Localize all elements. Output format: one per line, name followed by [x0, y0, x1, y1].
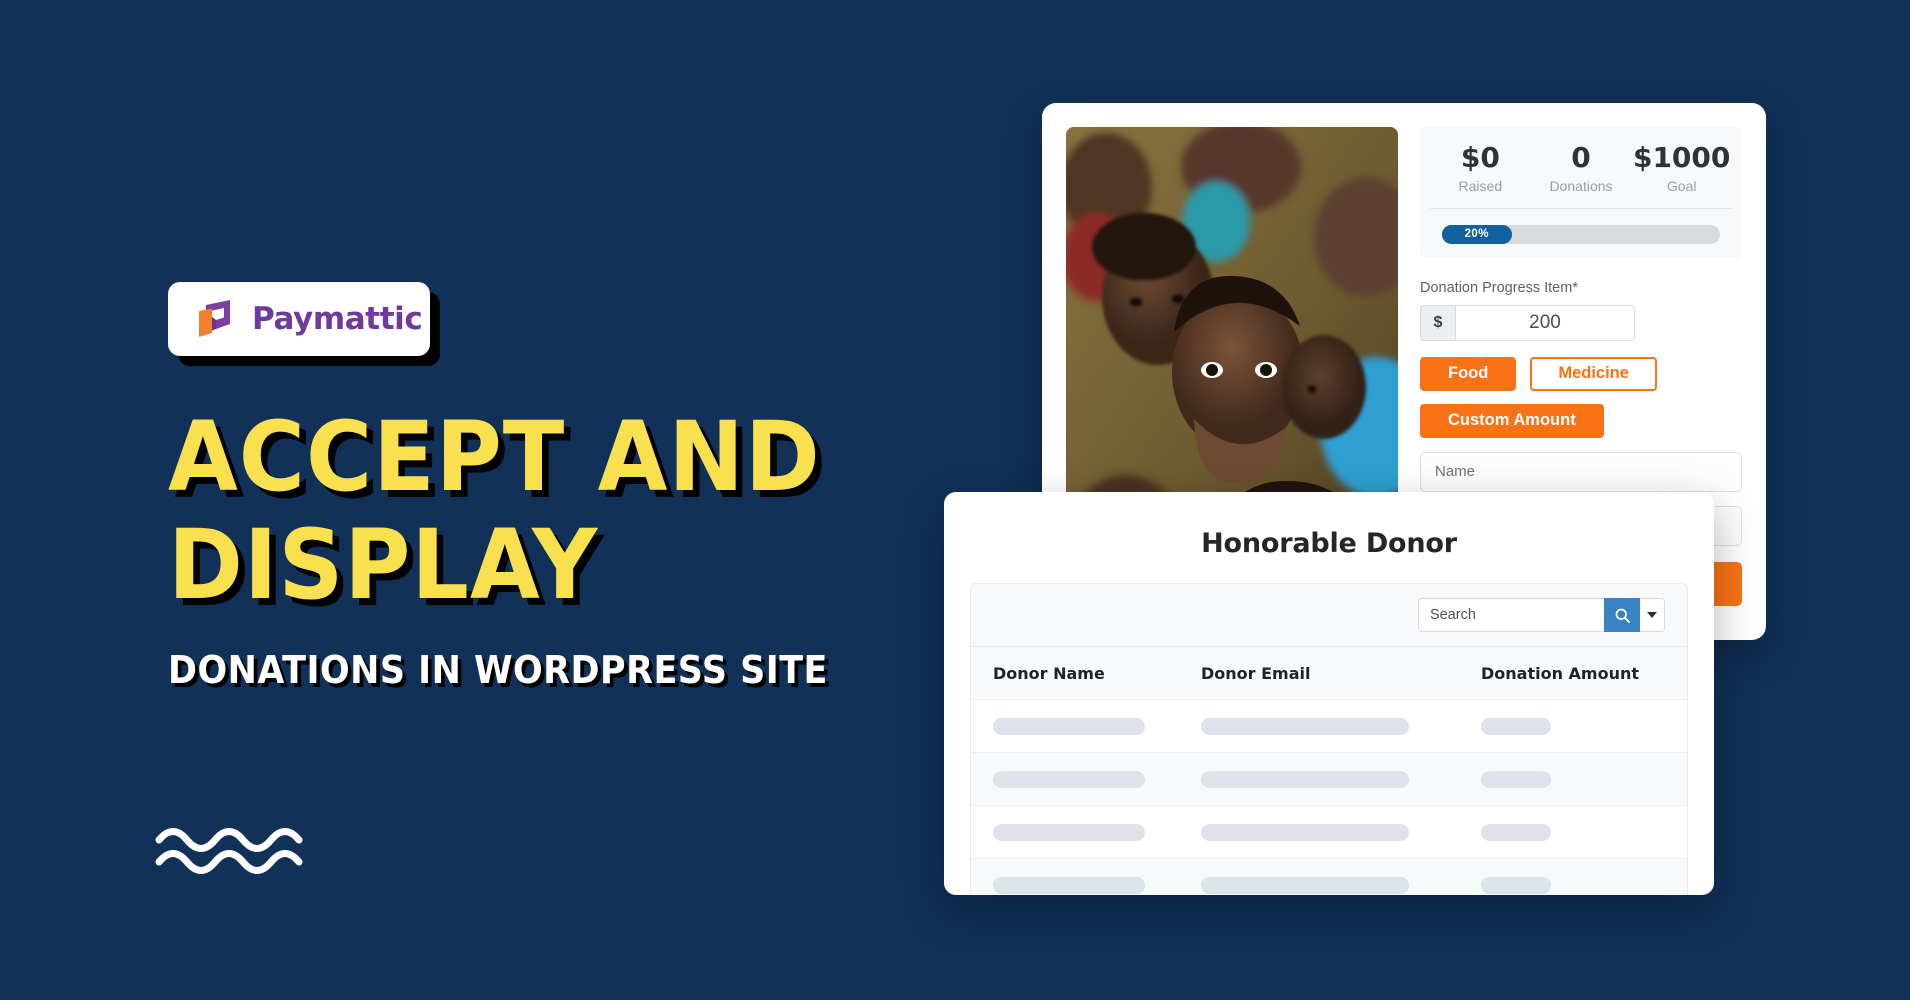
hero-subheadline: DONATIONS IN WORDPRESS SITE [168, 648, 828, 692]
donor-table-toolbar: Search [971, 584, 1687, 646]
skeleton-bar [1201, 823, 1409, 841]
skeleton-bar [993, 823, 1145, 841]
table-row[interactable] [971, 699, 1687, 752]
amount-input[interactable]: 200 [1455, 304, 1635, 341]
column-header-donor-email[interactable]: Donor Email [1201, 664, 1481, 683]
skeleton-bar [1201, 876, 1409, 894]
cell-donation-amount [1481, 876, 1687, 894]
cell-donation-amount [1481, 717, 1687, 735]
cell-donor-name [971, 876, 1201, 894]
donor-card-title: Honorable Donor [1201, 528, 1457, 559]
headline-line-2: DISPLAY [168, 509, 599, 622]
cell-donation-amount [1481, 770, 1687, 788]
preset-amount-row-2: Custom Amount [1420, 403, 1742, 438]
table-row[interactable] [971, 858, 1687, 895]
cell-donor-email [1201, 717, 1481, 735]
progress-track: 20% [1442, 224, 1720, 244]
donor-table-header-row: Donor Name Donor Email Donation Amount [971, 646, 1687, 699]
donor-table-body [970, 699, 1688, 895]
donation-stats-box: $0 Raised 0 Donations $1000 Goal 20% [1420, 127, 1742, 258]
skeleton-bar [1201, 717, 1409, 735]
cell-donor-name [971, 770, 1201, 788]
brand-name: Paymattic [252, 301, 423, 337]
cell-donor-email [1201, 770, 1481, 788]
hero-left-panel: Paymattic ACCEPT AND DISPLAY DONATIONS I… [0, 0, 940, 1000]
skeleton-bar [1481, 770, 1551, 788]
amount-field-label: Donation Progress Item* [1420, 279, 1578, 296]
stat-goal-value: $1000 [1632, 141, 1731, 174]
skeleton-bar [993, 770, 1145, 788]
preset-amount-row-1: Food Medicine [1420, 356, 1742, 391]
cell-donor-email [1201, 823, 1481, 841]
stat-goal: $1000 Goal [1631, 141, 1732, 194]
headline-line-1: ACCEPT AND [168, 401, 821, 513]
currency-prefix: $ [1420, 304, 1455, 341]
column-header-donor-name[interactable]: Donor Name [971, 664, 1201, 683]
table-row[interactable] [971, 752, 1687, 805]
cell-donor-email [1201, 876, 1481, 894]
stat-raised: $0 Raised [1430, 141, 1531, 194]
donor-search-input[interactable]: Search [1418, 598, 1604, 632]
chevron-down-icon[interactable] [1640, 598, 1665, 632]
poster-canvas: Paymattic ACCEPT AND DISPLAY DONATIONS I… [0, 0, 1910, 1000]
search-icon[interactable] [1604, 598, 1640, 632]
paymattic-logo-badge: Paymattic [168, 282, 430, 356]
amount-input-group: $ 200 [1420, 304, 1742, 341]
stat-goal-label: Goal [1666, 177, 1697, 194]
table-row[interactable] [971, 805, 1687, 858]
stat-donations: 0 Donations [1531, 141, 1632, 194]
preset-button-custom-amount[interactable]: Custom Amount [1420, 403, 1604, 438]
stat-donations-value: 0 [1571, 141, 1591, 174]
cell-donor-name [971, 823, 1201, 841]
skeleton-bar [1201, 770, 1409, 788]
skeleton-bar [1481, 823, 1551, 841]
stat-raised-label: Raised [1458, 177, 1503, 194]
skeleton-bar [993, 717, 1145, 735]
progress-fill: 20% [1442, 224, 1512, 244]
cell-donation-amount [1481, 823, 1687, 841]
skeleton-bar [1481, 876, 1551, 894]
skeleton-bar [1481, 717, 1551, 735]
caret-glyph [1647, 612, 1657, 618]
hero-headline: ACCEPT AND DISPLAY [168, 401, 928, 626]
cell-donor-name [971, 717, 1201, 735]
donation-progress: 20% [1430, 224, 1732, 244]
donor-search-group: Search [1418, 598, 1665, 632]
wave-lines-icon [155, 820, 315, 880]
progress-percent-label: 20% [1464, 228, 1489, 241]
stat-donations-label: Donations [1549, 177, 1613, 194]
paymattic-logo-icon [192, 296, 238, 342]
donor-name-input[interactable]: Name [1420, 451, 1742, 492]
honorable-donor-card: Honorable Donor Search Donor Name Donor … [944, 492, 1714, 895]
stat-raised-value: $0 [1460, 141, 1500, 174]
column-header-donation-amount[interactable]: Donation Amount [1481, 664, 1687, 683]
preset-button-food[interactable]: Food [1420, 356, 1517, 391]
preset-button-medicine[interactable]: Medicine [1530, 356, 1657, 391]
skeleton-bar [993, 876, 1145, 894]
donor-table-shell: Search Donor Name Donor Email Donation A… [970, 583, 1688, 699]
donation-stats-row: $0 Raised 0 Donations $1000 Goal [1430, 141, 1732, 209]
